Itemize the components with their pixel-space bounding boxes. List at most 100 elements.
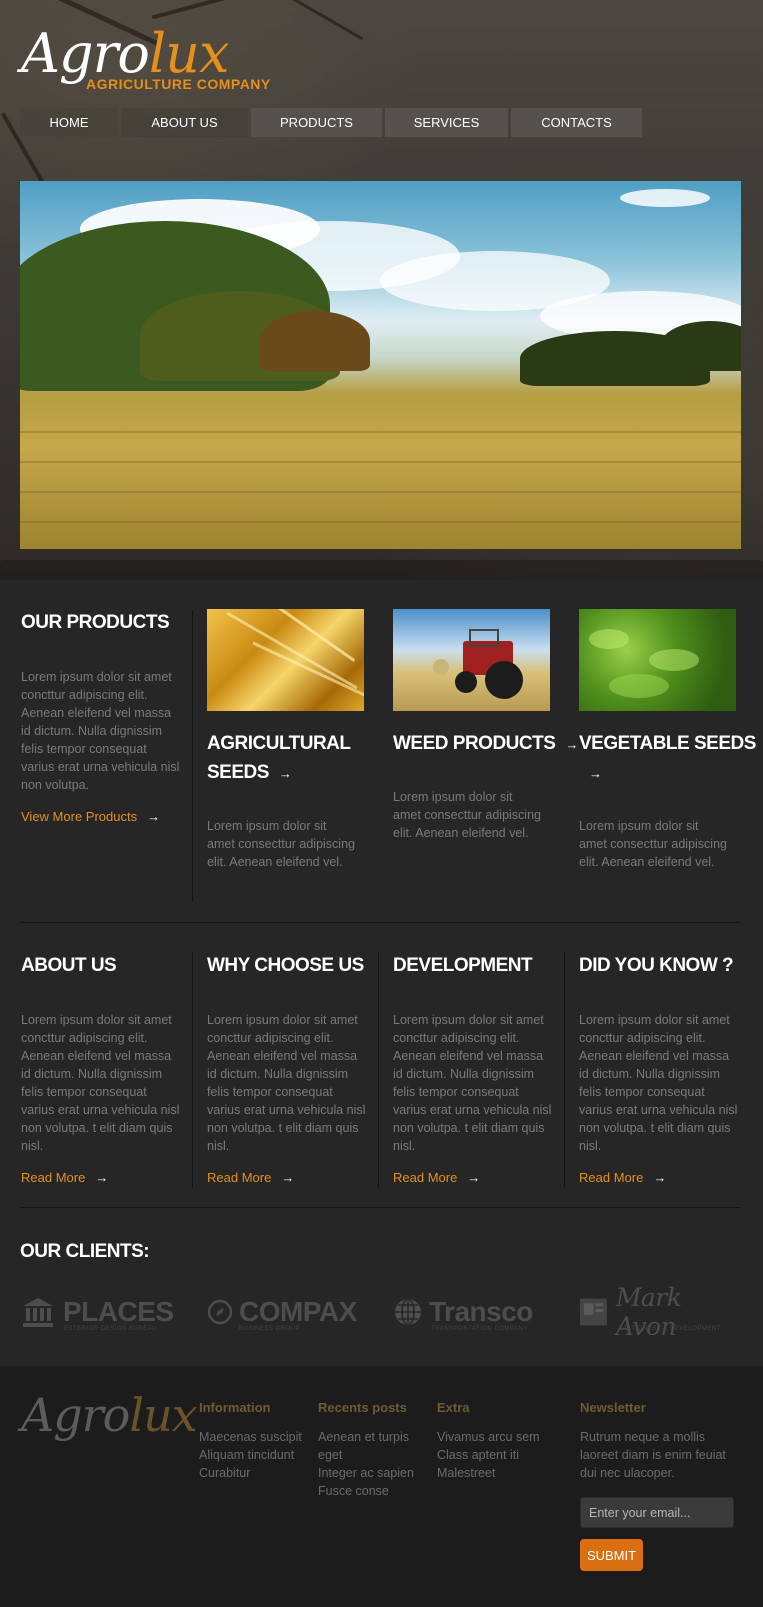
footer-extra-list: Vivamus arcu sem Class aptent iti Malest… <box>437 1428 557 1482</box>
arrow-right-icon: → <box>95 1170 109 1185</box>
footer-link[interactable]: Integer ac sapien <box>318 1464 433 1482</box>
footer-recent-posts-heading: Recents posts <box>318 1400 407 1415</box>
newsletter-text: Rutrum neque a mollis laoreet diam is en… <box>580 1430 726 1480</box>
client-subtitle: EXTERIOR DESIGN BUREAU <box>64 1326 158 1332</box>
development-heading: DEVELOPMENT <box>393 955 533 976</box>
client-name: Mark Avon <box>615 1283 682 1341</box>
product-title-line: VEGETABLE SEEDS <box>579 733 756 754</box>
view-more-label: View More Products <box>21 809 138 824</box>
view-more-products-link[interactable]: View More Products → <box>21 808 160 826</box>
footer-logo-agro: Agro <box>21 1388 130 1442</box>
branch-shape <box>151 0 269 20</box>
footer-link[interactable]: Class aptent iti <box>437 1446 557 1464</box>
forest-shape <box>660 321 741 371</box>
footer-link[interactable]: Curabitur <box>199 1464 314 1482</box>
why-choose-us-text: Lorem ipsum dolor sit amet concttur adip… <box>207 1013 366 1153</box>
column-divider <box>192 952 193 1188</box>
arrow-right-icon: → <box>589 766 602 781</box>
read-more-label: Read More <box>579 1170 644 1185</box>
product-text: Lorem ipsum dolor sit amet consecttur ad… <box>579 819 727 869</box>
newsletter-submit-button[interactable]: SUBMIT <box>580 1539 643 1571</box>
document-icon <box>579 1298 607 1326</box>
field-furrow <box>20 431 741 433</box>
field-furrow <box>20 461 741 463</box>
read-more-label: Read More <box>393 1170 458 1185</box>
arrow-right-icon: → <box>147 809 161 824</box>
client-logo-compax[interactable]: COMPAX BUSINESS GROUP <box>207 1292 367 1332</box>
client-logo-transco[interactable]: Transco TRANSPORTATION COMPANY <box>393 1292 558 1332</box>
products-intro-text: Lorem ipsum dolor sit amet concttur adip… <box>21 670 180 792</box>
field-furrow <box>20 491 741 493</box>
client-subtitle: TRANSPORTATION COMPANY <box>431 1326 528 1332</box>
footer-link[interactable]: Maecenas suscipit <box>199 1428 314 1446</box>
compass-icon <box>207 1299 233 1325</box>
about-us-read-more-link[interactable]: Read More → <box>21 1169 108 1187</box>
footer-link[interactable]: Fusce conse <box>318 1482 433 1500</box>
about-us-heading: ABOUT US <box>21 955 117 976</box>
client-subtitle: STATIONERY & DEVELOPMENT <box>619 1326 721 1332</box>
column-divider <box>192 610 193 902</box>
tractor-image[interactable] <box>393 609 550 711</box>
footer-information-list: Maecenas suscipit Aliquam tincidunt Cura… <box>199 1428 314 1482</box>
read-more-label: Read More <box>21 1170 86 1185</box>
bank-icon <box>23 1298 53 1327</box>
footer-newsletter-heading: Newsletter <box>580 1400 646 1415</box>
product-text: Lorem ipsum dolor sit amet consecttur ad… <box>393 790 541 840</box>
client-logo-mark-avon[interactable]: Mark Avon STATIONERY & DEVELOPMENT <box>579 1283 744 1341</box>
why-choose-us-heading: WHY CHOOSE US <box>207 955 364 976</box>
branch-shape <box>266 0 364 41</box>
logo[interactable]: Agrolux AGRICULTURE COMPANY <box>21 22 270 97</box>
read-more-label: Read More <box>207 1170 272 1185</box>
rock-band <box>0 560 763 580</box>
did-you-know-read-more-link[interactable]: Read More → <box>579 1169 666 1187</box>
nav-products[interactable]: PRODUCTS <box>251 108 382 137</box>
nav-home[interactable]: HOME <box>20 108 118 137</box>
globe-icon <box>395 1298 421 1326</box>
product-title-agricultural-seeds[interactable]: AGRICULTURAL SEEDS → <box>207 729 351 788</box>
column-divider <box>378 952 379 1188</box>
clients-heading: OUR CLIENTS: <box>20 1241 150 1262</box>
newsletter-email-input[interactable] <box>580 1497 734 1528</box>
wheat-image[interactable] <box>207 609 364 711</box>
about-us-text: Lorem ipsum dolor sit amet concttur adip… <box>21 1013 180 1153</box>
arrow-right-icon: → <box>278 766 292 781</box>
did-you-know-text: Lorem ipsum dolor sit amet concttur adip… <box>579 1013 738 1153</box>
arrow-right-icon: → <box>281 1170 295 1185</box>
footer-link[interactable]: Aenean et turpis <box>318 1428 433 1446</box>
section-divider <box>20 922 741 923</box>
product-title-vegetable-seeds[interactable]: VEGETABLE SEEDS → <box>579 729 756 788</box>
development-text: Lorem ipsum dolor sit amet concttur adip… <box>393 1013 552 1153</box>
product-title-weed-products[interactable]: WEED PRODUCTS → <box>393 729 578 759</box>
arrow-right-icon: → <box>565 737 578 752</box>
product-title-line: SEEDS <box>207 762 269 783</box>
section-divider <box>20 1207 741 1208</box>
column-divider <box>564 952 565 1188</box>
product-title-line: AGRICULTURAL <box>207 733 351 754</box>
client-subtitle: BUSINESS GROUP <box>239 1326 301 1332</box>
footer-logo-lux: lux <box>129 1388 197 1442</box>
footer-extra-heading: Extra <box>437 1400 470 1415</box>
footer-link[interactable]: Aliquam tincidunt <box>199 1446 314 1464</box>
footer-link[interactable]: Vivamus arcu sem <box>437 1428 557 1446</box>
did-you-know-heading: DID YOU KNOW ? <box>579 955 734 976</box>
development-read-more-link[interactable]: Read More → <box>393 1169 480 1187</box>
forest-shape <box>260 311 370 371</box>
client-name: PLACES <box>63 1296 174 1327</box>
main-nav: HOME ABOUT US PRODUCTS SERVICES CONTACTS <box>20 108 645 137</box>
field-furrow <box>20 521 741 523</box>
tea-plants-image[interactable] <box>579 609 736 711</box>
products-heading: OUR PRODUCTS <box>21 612 170 633</box>
footer-link[interactable]: Malestreet <box>437 1464 557 1482</box>
client-name: Transco <box>429 1296 533 1327</box>
product-title-line: WEED PRODUCTS <box>393 733 556 754</box>
nav-services[interactable]: SERVICES <box>385 108 508 137</box>
product-text: Lorem ipsum dolor sit amet consecttur ad… <box>207 819 355 869</box>
nav-about-us[interactable]: ABOUT US <box>121 108 248 137</box>
footer-logo[interactable]: Agrolux <box>21 1388 198 1442</box>
client-logo-places[interactable]: PLACES EXTERIOR DESIGN BUREAU <box>21 1292 181 1332</box>
header-hero: Agrolux AGRICULTURE COMPANY HOME ABOUT U… <box>0 0 763 580</box>
why-choose-us-read-more-link[interactable]: Read More → <box>207 1169 294 1187</box>
nav-contacts[interactable]: CONTACTS <box>511 108 642 137</box>
footer-link[interactable]: eget <box>318 1446 433 1464</box>
arrow-right-icon: → <box>653 1170 667 1185</box>
